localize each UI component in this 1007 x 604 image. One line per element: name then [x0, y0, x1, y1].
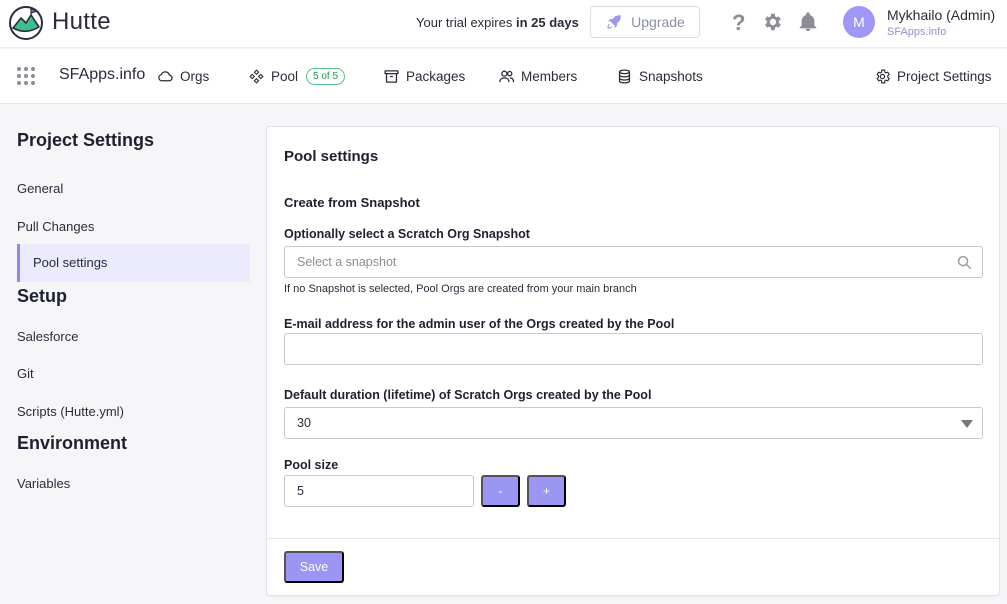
- nav-bar: SFApps.info Orgs Pool 5 of 5 Packages Me…: [0, 49, 1007, 104]
- section-title: Create from Snapshot: [284, 195, 420, 210]
- upgrade-button[interactable]: Upgrade: [590, 6, 700, 38]
- pool-size-increment-button[interactable]: +: [527, 475, 566, 507]
- email-field[interactable]: [284, 333, 983, 365]
- nav-item-members[interactable]: Members: [498, 68, 577, 85]
- trial-notice: Your trial expires in 25 days: [416, 15, 579, 30]
- users-icon: [499, 70, 515, 83]
- snapshot-label: Optionally select a Scratch Org Snapshot: [284, 227, 530, 241]
- nav-item-packages[interactable]: Packages: [383, 68, 465, 85]
- help-icon[interactable]: ?: [732, 10, 745, 36]
- sidebar-heading-project-settings: Project Settings: [17, 130, 155, 150]
- nav-label-members: Members: [521, 69, 578, 84]
- card-title: Pool settings: [284, 148, 379, 165]
- nav-label-snapshots: Snapshots: [639, 69, 703, 84]
- settings-sidebar: Project Settings General Pull Changes Po…: [0, 105, 262, 604]
- brand-name[interactable]: Hutte: [52, 8, 111, 36]
- sidebar-item-scripts[interactable]: Scripts (Hutte.yml): [17, 404, 124, 419]
- snapshot-hint: If no Snapshot is selected, Pool Orgs ar…: [284, 283, 637, 295]
- sidebar-item-pull-changes[interactable]: Pull Changes: [17, 219, 94, 234]
- rocket-icon: [607, 15, 621, 29]
- user-org: SFApps.info: [887, 26, 947, 38]
- pool-count-badge: 5 of 5: [306, 68, 346, 85]
- archive-icon: [384, 70, 399, 83]
- nav-item-project-settings[interactable]: Project Settings: [874, 68, 992, 85]
- nav-item-orgs[interactable]: Orgs: [157, 68, 209, 85]
- pool-size-input[interactable]: 5: [284, 475, 474, 507]
- duration-value: 30: [297, 416, 311, 430]
- sidebar-item-general[interactable]: General: [17, 181, 63, 196]
- pool-size-value: 5: [297, 484, 304, 498]
- nav-label-project-settings: Project Settings: [897, 69, 992, 84]
- nav-item-snapshots[interactable]: Snapshots: [616, 68, 703, 85]
- caret-down-icon: [961, 420, 973, 428]
- sidebar-item-variables[interactable]: Variables: [17, 476, 70, 491]
- top-bar: Hutte Your trial expires in 25 days Upgr…: [0, 0, 1007, 48]
- nav-label-packages: Packages: [406, 69, 466, 84]
- database-icon: [618, 69, 631, 84]
- sidebar-item-salesforce[interactable]: Salesforce: [17, 329, 78, 344]
- nav-label-orgs: Orgs: [180, 69, 210, 84]
- pool-settings-card: Pool settings Create from Snapshot Optio…: [266, 126, 1000, 596]
- cloud-icon: [158, 71, 173, 82]
- nav-org-name[interactable]: SFApps.info: [59, 66, 145, 84]
- notifications-bell-icon[interactable]: [797, 11, 819, 33]
- sidebar-heading-environment: Environment: [17, 433, 128, 453]
- email-label: E-mail address for the admin user of the…: [284, 317, 675, 331]
- user-name[interactable]: Mykhailo (Admin): [887, 7, 995, 23]
- pool-size-label: Pool size: [284, 458, 339, 472]
- hutte-logo-icon[interactable]: [8, 5, 44, 41]
- save-button[interactable]: Save: [284, 551, 344, 583]
- pool-icon: [249, 69, 264, 84]
- sidebar-item-pool-settings[interactable]: Pool settings: [17, 244, 250, 282]
- apps-grid-icon[interactable]: [16, 66, 36, 86]
- nav-item-pool[interactable]: Pool 5 of 5: [248, 68, 346, 85]
- upgrade-label: Upgrade: [631, 14, 685, 30]
- gear-icon: [876, 69, 890, 84]
- settings-gear-icon[interactable]: [761, 11, 783, 33]
- trial-days: in 25 days: [515, 15, 579, 30]
- duration-select[interactable]: 30: [284, 407, 983, 439]
- snapshot-placeholder: Select a snapshot: [297, 255, 397, 269]
- card-divider: [267, 538, 999, 539]
- avatar[interactable]: M: [843, 6, 875, 38]
- nav-label-pool: Pool: [271, 69, 299, 84]
- search-icon: [957, 255, 972, 270]
- pool-size-decrement-button[interactable]: -: [481, 475, 520, 507]
- sidebar-item-git[interactable]: Git: [17, 366, 34, 381]
- sidebar-heading-setup: Setup: [17, 286, 68, 306]
- duration-label: Default duration (lifetime) of Scratch O…: [284, 388, 652, 402]
- snapshot-select-input[interactable]: Select a snapshot: [284, 246, 983, 278]
